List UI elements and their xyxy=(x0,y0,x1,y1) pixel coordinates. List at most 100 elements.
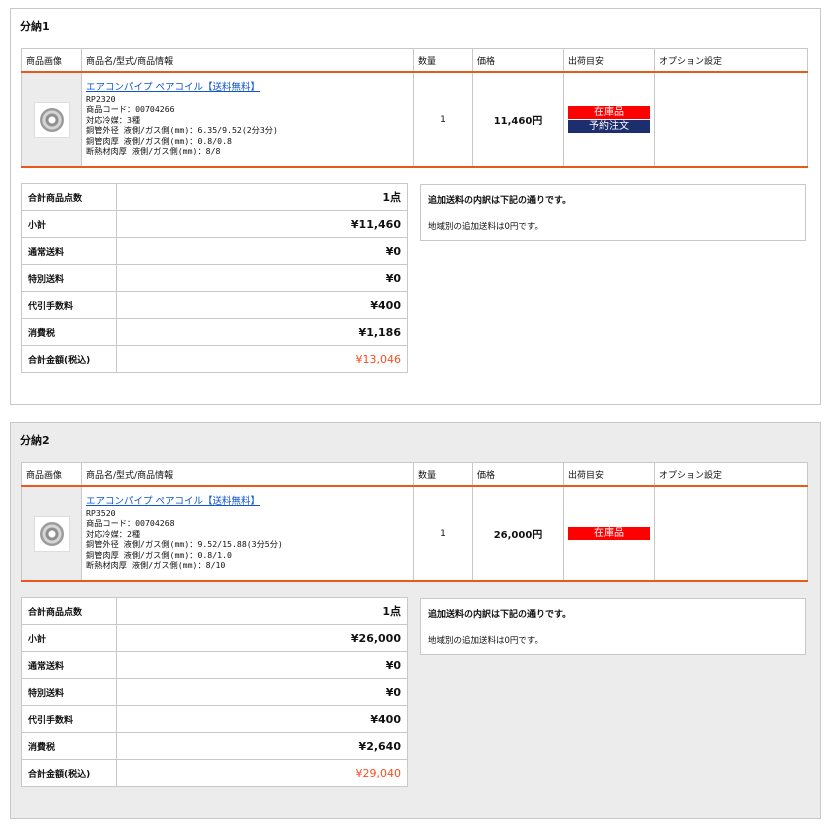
summary-label: 通常送料 xyxy=(21,237,117,265)
header-quantity: 数量 xyxy=(413,462,473,487)
summary-value-tax: ¥2,640 xyxy=(116,732,408,760)
note-heading: 追加送料の内訳は下記の通りです。 xyxy=(428,610,572,620)
summary-value-tax: ¥1,186 xyxy=(116,318,408,346)
product-name-link[interactable]: エアコンパイプ ペアコイル【送料無料】 xyxy=(86,82,260,94)
summary-label: 消費税 xyxy=(21,732,117,760)
quantity-cell: 1 xyxy=(413,71,473,168)
product-outer-diameter: 銅管外径 液側/ガス側(mm)：9.52/15.88(3分5分) xyxy=(86,539,283,550)
coil-pipe-image xyxy=(33,101,70,138)
summary-label: 消費税 xyxy=(21,318,117,346)
table-row: エアコンパイプ ペアコイル【送料無料】 RP2320 商品コード：0070426… xyxy=(21,71,808,168)
summary-row: 消費税 ¥1,186 xyxy=(21,318,408,346)
summary-value-special-shipping: ¥0 xyxy=(116,678,408,706)
header-image: 商品画像 xyxy=(21,48,82,73)
summary-row: 代引手数料 ¥400 xyxy=(21,291,408,319)
status-badge-preorder: 予約注文 xyxy=(568,120,650,133)
product-wall-thickness: 銅管肉厚 液側/ガス側(mm)：0.8/0.8 xyxy=(86,135,232,146)
summary-row: 合計商品点数 1点 xyxy=(21,183,408,211)
shipment-title: 分納2 xyxy=(20,434,50,447)
summary-label: 合計金額(税込) xyxy=(21,759,117,787)
coil-pipe-image xyxy=(33,515,70,552)
summary-label: 特別送料 xyxy=(21,678,117,706)
header-product-info: 商品名/型式/商品情報 xyxy=(81,48,414,73)
product-name-link[interactable]: エアコンパイプ ペアコイル【送料無料】 xyxy=(86,496,260,508)
product-code: 商品コード：00704266 xyxy=(86,104,175,115)
price-cell: 11,460円 xyxy=(472,71,564,168)
summary-value-total: ¥13,046 xyxy=(116,345,408,373)
header-price: 価格 xyxy=(472,48,564,73)
product-outer-diameter: 銅管外径 液側/ガス側(mm)：6.35/9.52(2分3分) xyxy=(86,125,278,136)
summary-label: 小計 xyxy=(21,210,117,238)
summary-label: 小計 xyxy=(21,624,117,652)
header-quantity: 数量 xyxy=(413,48,473,73)
summary-label: 合計商品点数 xyxy=(21,597,117,625)
quantity-cell: 1 xyxy=(413,485,473,582)
product-image-cell xyxy=(21,485,82,582)
product-table: 商品画像 商品名/型式/商品情報 数量 価格 出荷目安 オプション設定 エアコン… xyxy=(21,462,808,582)
summary-value-cod-fee: ¥400 xyxy=(116,291,408,319)
summary-row: 代引手数料 ¥400 xyxy=(21,705,408,733)
summary-value-normal-shipping: ¥0 xyxy=(116,651,408,679)
summary-row: 合計金額(税込) ¥29,040 xyxy=(21,759,408,787)
product-image-cell xyxy=(21,71,82,168)
note-text: 地域別の追加送料は0円です。 xyxy=(428,222,544,232)
product-insulation: 断熱材肉厚 液側/ガス側(mm)：8/10 xyxy=(86,560,226,571)
summary-row: 特別送料 ¥0 xyxy=(21,678,408,706)
summary-label: 代引手数料 xyxy=(21,291,117,319)
order-summary-table: 合計商品点数 1点 小計 ¥11,460 通常送料 ¥0 特別送料 ¥0 代引手数料 ¥4… xyxy=(21,183,408,373)
header-image: 商品画像 xyxy=(21,462,82,487)
summary-row: 小計 ¥11,460 xyxy=(21,210,408,238)
header-options: オプション設定 xyxy=(654,48,808,73)
shipment-title: 分納1 xyxy=(20,20,50,33)
shipment-block-2: 分納2 商品画像 商品名/型式/商品情報 数量 価格 出荷目安 オプション設定 … xyxy=(10,422,821,819)
product-refrigerant: 対応冷媒：3種 xyxy=(86,114,141,125)
product-refrigerant: 対応冷媒：2種 xyxy=(86,528,141,539)
status-badge-in-stock: 在庫品 xyxy=(568,527,650,540)
summary-row: 合計商品点数 1点 xyxy=(21,597,408,625)
product-model: RP3520 xyxy=(86,507,116,518)
summary-value-cod-fee: ¥400 xyxy=(116,705,408,733)
header-shipping-estimate: 出荷目安 xyxy=(563,48,655,73)
summary-value-total: ¥29,040 xyxy=(116,759,408,787)
summary-value-special-shipping: ¥0 xyxy=(116,264,408,292)
product-insulation: 断熱材肉厚 液側/ガス側(mm)：8/8 xyxy=(86,146,221,157)
summary-value-subtotal: ¥26,000 xyxy=(116,624,408,652)
summary-value-item-count: 1点 xyxy=(116,597,408,625)
header-shipping-estimate: 出荷目安 xyxy=(563,462,655,487)
product-table: 商品画像 商品名/型式/商品情報 数量 価格 出荷目安 オプション設定 エアコン… xyxy=(21,48,808,168)
summary-row: 合計金額(税込) ¥13,046 xyxy=(21,345,408,373)
note-heading: 追加送料の内訳は下記の通りです。 xyxy=(428,196,572,206)
summary-label: 代引手数料 xyxy=(21,705,117,733)
summary-label: 特別送料 xyxy=(21,264,117,292)
summary-row: 通常送料 ¥0 xyxy=(21,651,408,679)
price-cell: 26,000円 xyxy=(472,485,564,582)
shipping-estimate-cell: 在庫品 予約注文 xyxy=(563,71,655,168)
additional-shipping-note: 追加送料の内訳は下記の通りです。 地域別の追加送料は0円です。 xyxy=(420,184,806,241)
summary-row: 小計 ¥26,000 xyxy=(21,624,408,652)
shipping-estimate-cell: 在庫品 xyxy=(563,485,655,582)
product-wall-thickness: 銅管肉厚 液側/ガス側(mm)：0.8/1.0 xyxy=(86,549,232,560)
summary-row: 通常送料 ¥0 xyxy=(21,237,408,265)
note-text: 地域別の追加送料は0円です。 xyxy=(428,636,544,646)
product-info-cell: エアコンパイプ ペアコイル【送料無料】 RP2320 商品コード：0070426… xyxy=(81,71,414,168)
table-row: エアコンパイプ ペアコイル【送料無料】 RP3520 商品コード：0070426… xyxy=(21,485,808,582)
product-code: 商品コード：00704268 xyxy=(86,518,175,529)
summary-value-item-count: 1点 xyxy=(116,183,408,211)
summary-row: 特別送料 ¥0 xyxy=(21,264,408,292)
order-summary-table: 合計商品点数 1点 小計 ¥26,000 通常送料 ¥0 特別送料 ¥0 代引手数料 ¥4… xyxy=(21,597,408,787)
summary-label: 合計金額(税込) xyxy=(21,345,117,373)
summary-label: 合計商品点数 xyxy=(21,183,117,211)
product-model: RP2320 xyxy=(86,93,116,104)
header-options: オプション設定 xyxy=(654,462,808,487)
header-price: 価格 xyxy=(472,462,564,487)
summary-label: 通常送料 xyxy=(21,651,117,679)
product-info-cell: エアコンパイプ ペアコイル【送料無料】 RP3520 商品コード：0070426… xyxy=(81,485,414,582)
additional-shipping-note: 追加送料の内訳は下記の通りです。 地域別の追加送料は0円です。 xyxy=(420,598,806,655)
shipment-block-1: 分納1 商品画像 商品名/型式/商品情報 数量 価格 出荷目安 オプション設定 … xyxy=(10,8,821,405)
summary-value-subtotal: ¥11,460 xyxy=(116,210,408,238)
options-cell xyxy=(654,71,808,168)
status-badge-in-stock: 在庫品 xyxy=(568,106,650,119)
header-product-info: 商品名/型式/商品情報 xyxy=(81,462,414,487)
options-cell xyxy=(654,485,808,582)
summary-value-normal-shipping: ¥0 xyxy=(116,237,408,265)
